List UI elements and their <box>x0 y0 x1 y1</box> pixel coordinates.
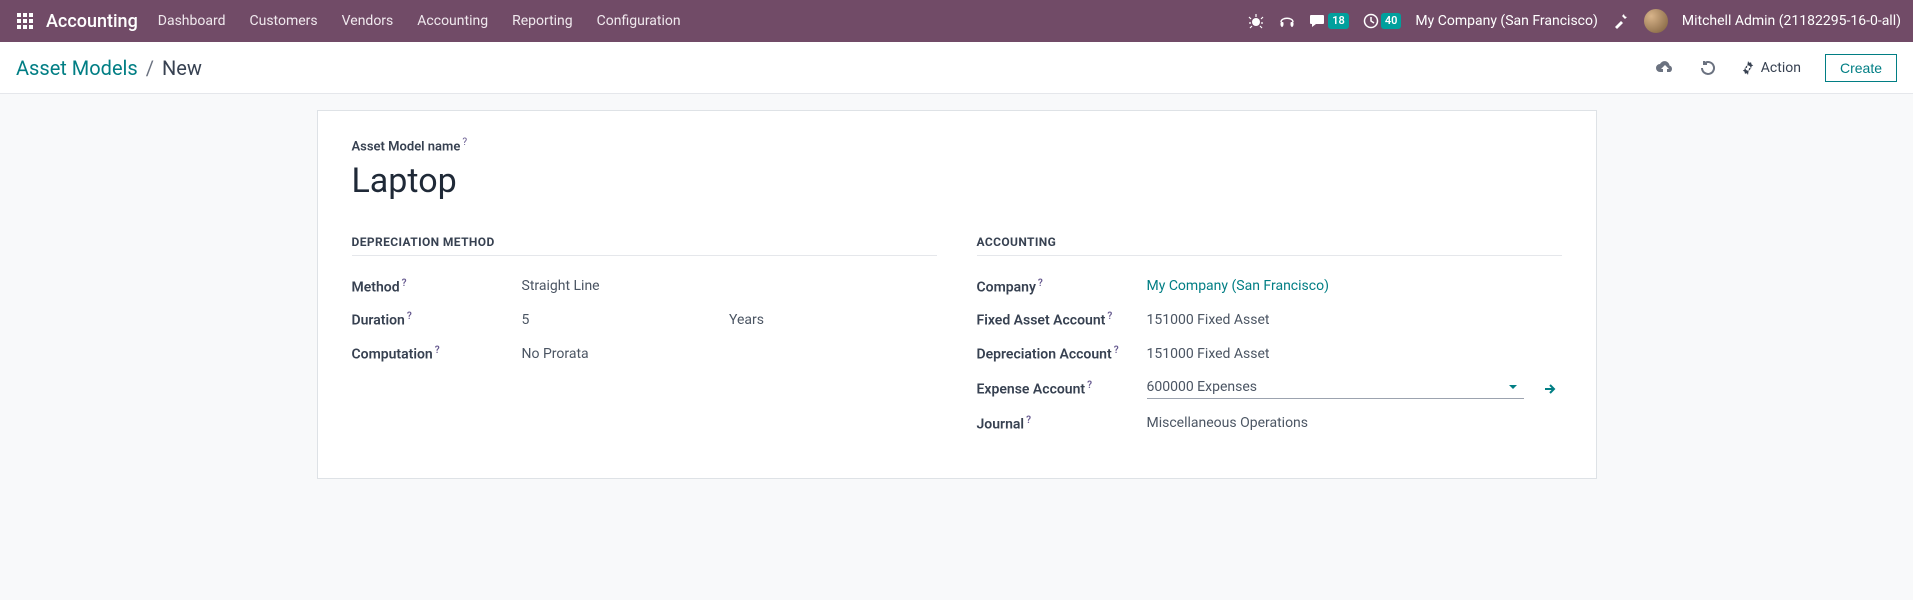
caret-down-icon[interactable] <box>1502 382 1524 392</box>
nav-link-vendors[interactable]: Vendors <box>342 13 394 29</box>
breadcrumb-current: New <box>162 56 202 80</box>
nav-link-customers[interactable]: Customers <box>250 13 318 29</box>
company-value[interactable]: My Company (San Francisco) <box>1147 278 1562 294</box>
bug-icon[interactable] <box>1248 13 1264 29</box>
expense-label: Expense Account <box>977 381 1086 397</box>
action-label: Action <box>1761 60 1801 76</box>
accounting-section: ACCOUNTING Company? My Company (San Fran… <box>977 235 1562 441</box>
depreciation-acc-label: Depreciation Account <box>977 347 1112 363</box>
help-icon[interactable]: ? <box>1026 415 1031 426</box>
help-icon[interactable]: ? <box>1087 380 1092 391</box>
subheader: Asset Models / New Action Create <box>0 42 1913 94</box>
method-value[interactable]: Straight Line <box>522 278 937 294</box>
nav-link-dashboard[interactable]: Dashboard <box>158 13 226 29</box>
external-link-icon[interactable] <box>1536 382 1562 396</box>
messages-icon[interactable]: 18 <box>1310 13 1349 28</box>
duration-value[interactable]: 5 <box>522 312 730 328</box>
breadcrumb: Asset Models / New <box>16 56 202 80</box>
avatar[interactable] <box>1644 9 1668 33</box>
action-dropdown[interactable]: Action <box>1741 60 1801 76</box>
page-body: Asset Model name? Laptop DEPRECIATION ME… <box>0 94 1913 495</box>
create-button[interactable]: Create <box>1825 54 1897 82</box>
help-icon[interactable]: ? <box>1114 345 1119 356</box>
fixed-asset-label: Fixed Asset Account <box>977 313 1106 329</box>
app-brand[interactable]: Accounting <box>46 11 138 32</box>
help-icon[interactable]: ? <box>1107 311 1112 322</box>
cloud-upload-icon[interactable] <box>1655 60 1675 76</box>
discard-icon[interactable] <box>1699 59 1717 77</box>
depreciation-section-title: DEPRECIATION METHOD <box>352 235 937 256</box>
depreciation-acc-value[interactable]: 151000 Fixed Asset <box>1147 346 1562 362</box>
nav-link-accounting[interactable]: Accounting <box>417 13 488 29</box>
help-icon[interactable]: ? <box>462 137 467 148</box>
method-label: Method <box>352 279 400 295</box>
activities-badge: 40 <box>1381 13 1402 28</box>
help-icon[interactable]: ? <box>435 345 440 356</box>
field-fixed-asset-account: Fixed Asset Account? 151000 Fixed Asset <box>977 303 1562 337</box>
nav-links: Dashboard Customers Vendors Accounting R… <box>158 13 681 29</box>
field-method: Method? Straight Line <box>352 270 937 304</box>
journal-label: Journal <box>977 416 1025 432</box>
nav-link-reporting[interactable]: Reporting <box>512 13 573 29</box>
expense-account-input[interactable]: 600000 Expenses <box>1147 379 1524 399</box>
breadcrumb-parent[interactable]: Asset Models <box>16 56 138 80</box>
field-expense-account: Expense Account? 600000 Expenses <box>977 371 1562 407</box>
nav-link-configuration[interactable]: Configuration <box>597 13 681 29</box>
activities-icon[interactable]: 40 <box>1363 13 1402 29</box>
field-duration: Duration? 5 Years <box>352 303 937 337</box>
company-label: Company <box>977 279 1036 295</box>
top-navbar: Accounting Dashboard Customers Vendors A… <box>0 0 1913 42</box>
fixed-asset-value[interactable]: 151000 Fixed Asset <box>1147 312 1562 328</box>
help-icon[interactable]: ? <box>1038 278 1043 289</box>
messages-badge: 18 <box>1328 13 1349 28</box>
help-icon[interactable]: ? <box>407 311 412 322</box>
field-computation: Computation? No Prorata <box>352 337 937 371</box>
field-depreciation-account: Depreciation Account? 151000 Fixed Asset <box>977 337 1562 371</box>
asset-model-name-label: Asset Model name <box>352 140 461 155</box>
field-journal: Journal? Miscellaneous Operations <box>977 407 1562 441</box>
breadcrumb-sep: / <box>146 56 154 80</box>
help-icon[interactable]: ? <box>402 278 407 289</box>
header-actions: Action Create <box>1655 54 1897 82</box>
tools-icon[interactable] <box>1612 12 1630 30</box>
title-block: Asset Model name? Laptop <box>352 137 1562 201</box>
asset-model-name-value[interactable]: Laptop <box>352 161 1562 201</box>
journal-value[interactable]: Miscellaneous Operations <box>1147 415 1562 431</box>
topnav-right: 18 40 My Company (San Francisco) Mitchel… <box>1248 9 1901 33</box>
depreciation-section: DEPRECIATION METHOD Method? Straight Lin… <box>352 235 937 441</box>
field-company: Company? My Company (San Francisco) <box>977 270 1562 304</box>
computation-label: Computation <box>352 347 433 363</box>
duration-label: Duration <box>352 313 405 329</box>
company-switcher[interactable]: My Company (San Francisco) <box>1415 13 1597 29</box>
accounting-section-title: ACCOUNTING <box>977 235 1562 256</box>
apps-icon[interactable] <box>12 8 38 34</box>
form-card: Asset Model name? Laptop DEPRECIATION ME… <box>317 110 1597 479</box>
computation-value[interactable]: No Prorata <box>522 346 937 362</box>
user-name[interactable]: Mitchell Admin (21182295-16-0-all) <box>1682 13 1901 29</box>
duration-unit[interactable]: Years <box>729 312 937 328</box>
support-icon[interactable] <box>1278 13 1296 29</box>
expense-value: 600000 Expenses <box>1147 379 1502 395</box>
